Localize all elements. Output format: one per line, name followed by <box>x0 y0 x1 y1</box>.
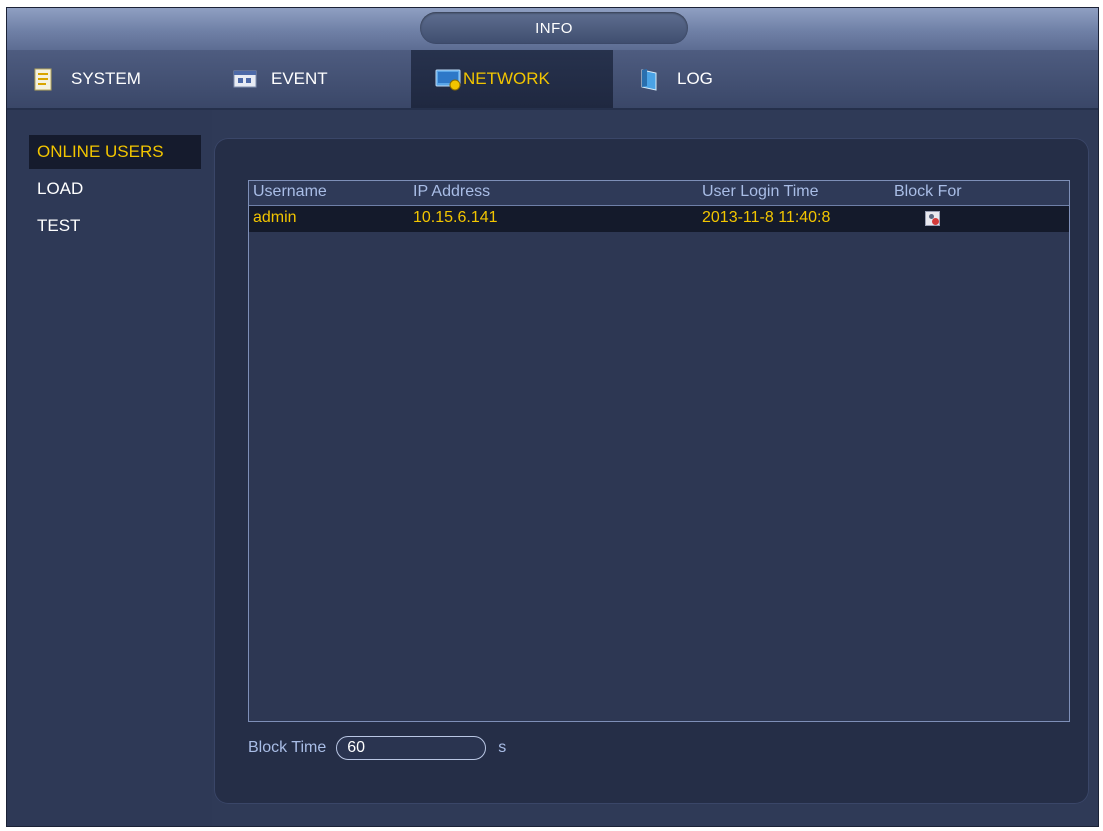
tab-system-label: SYSTEM <box>71 69 141 88</box>
system-icon <box>33 68 61 91</box>
cell-username: admin <box>253 209 297 226</box>
sidebar-item-online-users[interactable]: ONLINE USERS <box>29 135 201 169</box>
log-icon <box>639 68 667 91</box>
tab-network[interactable]: NETWORK <box>411 50 613 108</box>
tab-log[interactable]: LOG <box>613 50 833 108</box>
table-row[interactable]: admin 10.15.6.141 2013-11-8 11:40:8 <box>249 206 1069 232</box>
online-users-panel: Username IP Address User Login Time Bloc… <box>214 138 1089 804</box>
block-time-unit: s <box>498 739 507 756</box>
tab-bar: SYSTEM EVENT NETWORK LOG <box>7 50 1098 110</box>
event-icon <box>233 68 261 90</box>
column-block-for: Block For <box>894 183 962 200</box>
block-time-label: Block Time <box>248 739 327 756</box>
sidebar-item-label: ONLINE USERS <box>37 142 164 161</box>
tab-network-label: NETWORK <box>463 69 550 88</box>
network-icon <box>435 68 463 91</box>
column-ip-address: IP Address <box>413 183 491 200</box>
column-username: Username <box>253 183 327 200</box>
sidebar-item-label: LOAD <box>37 179 84 198</box>
sidebar: ONLINE USERS LOAD TEST <box>7 110 212 826</box>
sidebar-item-label: TEST <box>37 216 81 235</box>
sidebar-item-load[interactable]: LOAD <box>29 172 199 206</box>
tab-log-label: LOG <box>677 69 713 88</box>
cell-ip-address: 10.15.6.141 <box>413 209 498 226</box>
tab-event-label: EVENT <box>271 69 328 88</box>
block-user-icon[interactable] <box>925 211 940 226</box>
table-header: Username IP Address User Login Time Bloc… <box>249 181 1069 206</box>
tab-system[interactable]: SYSTEM <box>7 50 207 108</box>
title-bar: INFO <box>7 8 1098 51</box>
info-window: INFO SYSTEM EVENT NETWORK LOG ONLINE USE… <box>6 7 1099 827</box>
cell-login-time: 2013-11-8 11:40:8 <box>702 209 831 226</box>
block-time-row: Block Time s <box>248 733 506 763</box>
tab-event[interactable]: EVENT <box>207 50 411 108</box>
online-users-table: Username IP Address User Login Time Bloc… <box>248 180 1070 722</box>
block-time-input[interactable] <box>336 736 487 760</box>
window-title: INFO <box>420 12 688 44</box>
sidebar-item-test[interactable]: TEST <box>29 209 199 243</box>
column-login-time: User Login Time <box>702 183 819 200</box>
